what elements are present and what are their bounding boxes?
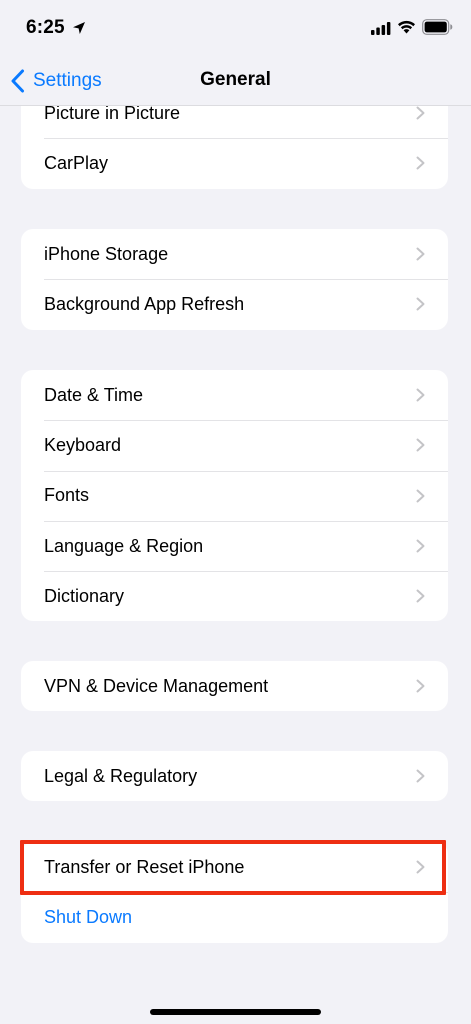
- chevron-right-icon: [416, 539, 425, 553]
- group-reset: Transfer or Reset iPhone Shut Down: [21, 842, 448, 943]
- group-storage: iPhone Storage Background App Refresh: [21, 229, 448, 330]
- shut-down-button[interactable]: Shut Down: [21, 892, 448, 942]
- home-indicator[interactable]: [150, 1009, 321, 1015]
- status-time: 6:25: [26, 17, 65, 38]
- row-label: CarPlay: [44, 152, 109, 173]
- page-title: General: [200, 69, 271, 90]
- location-arrow-icon: [73, 22, 85, 34]
- status-bar: 6:25: [0, 0, 471, 56]
- row-label: Keyboard: [44, 434, 122, 455]
- row-label: Shut Down: [44, 906, 133, 927]
- row-label: Fonts: [44, 485, 90, 506]
- chevron-right-icon: [416, 438, 425, 452]
- chevron-right-icon: [416, 489, 425, 503]
- row-label: Language & Region: [44, 535, 204, 556]
- cellular-signal-icon: [371, 22, 391, 35]
- chevron-right-icon: [416, 679, 425, 693]
- row-label: Date & Time: [44, 384, 144, 405]
- battery-icon: [422, 19, 453, 35]
- row-date-time[interactable]: Date & Time: [21, 370, 448, 420]
- chevron-right-icon: [416, 106, 425, 120]
- chevron-right-icon: [416, 247, 425, 261]
- navigation-bar: Settings General: [0, 56, 471, 106]
- row-label: Background App Refresh: [44, 293, 245, 314]
- row-label: Transfer or Reset iPhone: [44, 856, 245, 877]
- row-dictionary[interactable]: Dictionary: [21, 571, 448, 621]
- chevron-right-icon: [416, 860, 425, 874]
- settings-general-screen: Picture in Picture CarPlay iPhone Storag…: [0, 0, 471, 1024]
- chevron-right-icon: [416, 156, 425, 170]
- row-fonts[interactable]: Fonts: [21, 470, 448, 521]
- group-vpn: VPN & Device Management: [21, 661, 448, 712]
- chevron-right-icon: [416, 769, 425, 783]
- chevron-right-icon: [416, 297, 425, 311]
- row-language-region[interactable]: Language & Region: [21, 520, 448, 571]
- row-background-app-refresh[interactable]: Background App Refresh: [21, 279, 448, 329]
- row-transfer-reset-iphone[interactable]: Transfer or Reset iPhone: [21, 842, 448, 892]
- chevron-right-icon: [416, 388, 425, 402]
- row-keyboard[interactable]: Keyboard: [21, 420, 448, 470]
- group-locale: Date & Time Keyboard Fonts Language & Re…: [21, 370, 448, 622]
- row-label: Dictionary: [44, 585, 125, 606]
- chevron-right-icon: [416, 589, 425, 603]
- row-vpn-device-management[interactable]: VPN & Device Management: [21, 661, 448, 711]
- row-iphone-storage[interactable]: iPhone Storage: [21, 229, 448, 279]
- row-label: VPN & Device Management: [44, 675, 269, 696]
- row-carplay[interactable]: CarPlay: [21, 138, 448, 188]
- row-legal-regulatory[interactable]: Legal & Regulatory: [21, 751, 448, 801]
- wifi-icon: [398, 20, 415, 34]
- row-label: Legal & Regulatory: [44, 765, 198, 786]
- group-legal: Legal & Regulatory: [21, 751, 448, 802]
- row-label: iPhone Storage: [44, 243, 169, 264]
